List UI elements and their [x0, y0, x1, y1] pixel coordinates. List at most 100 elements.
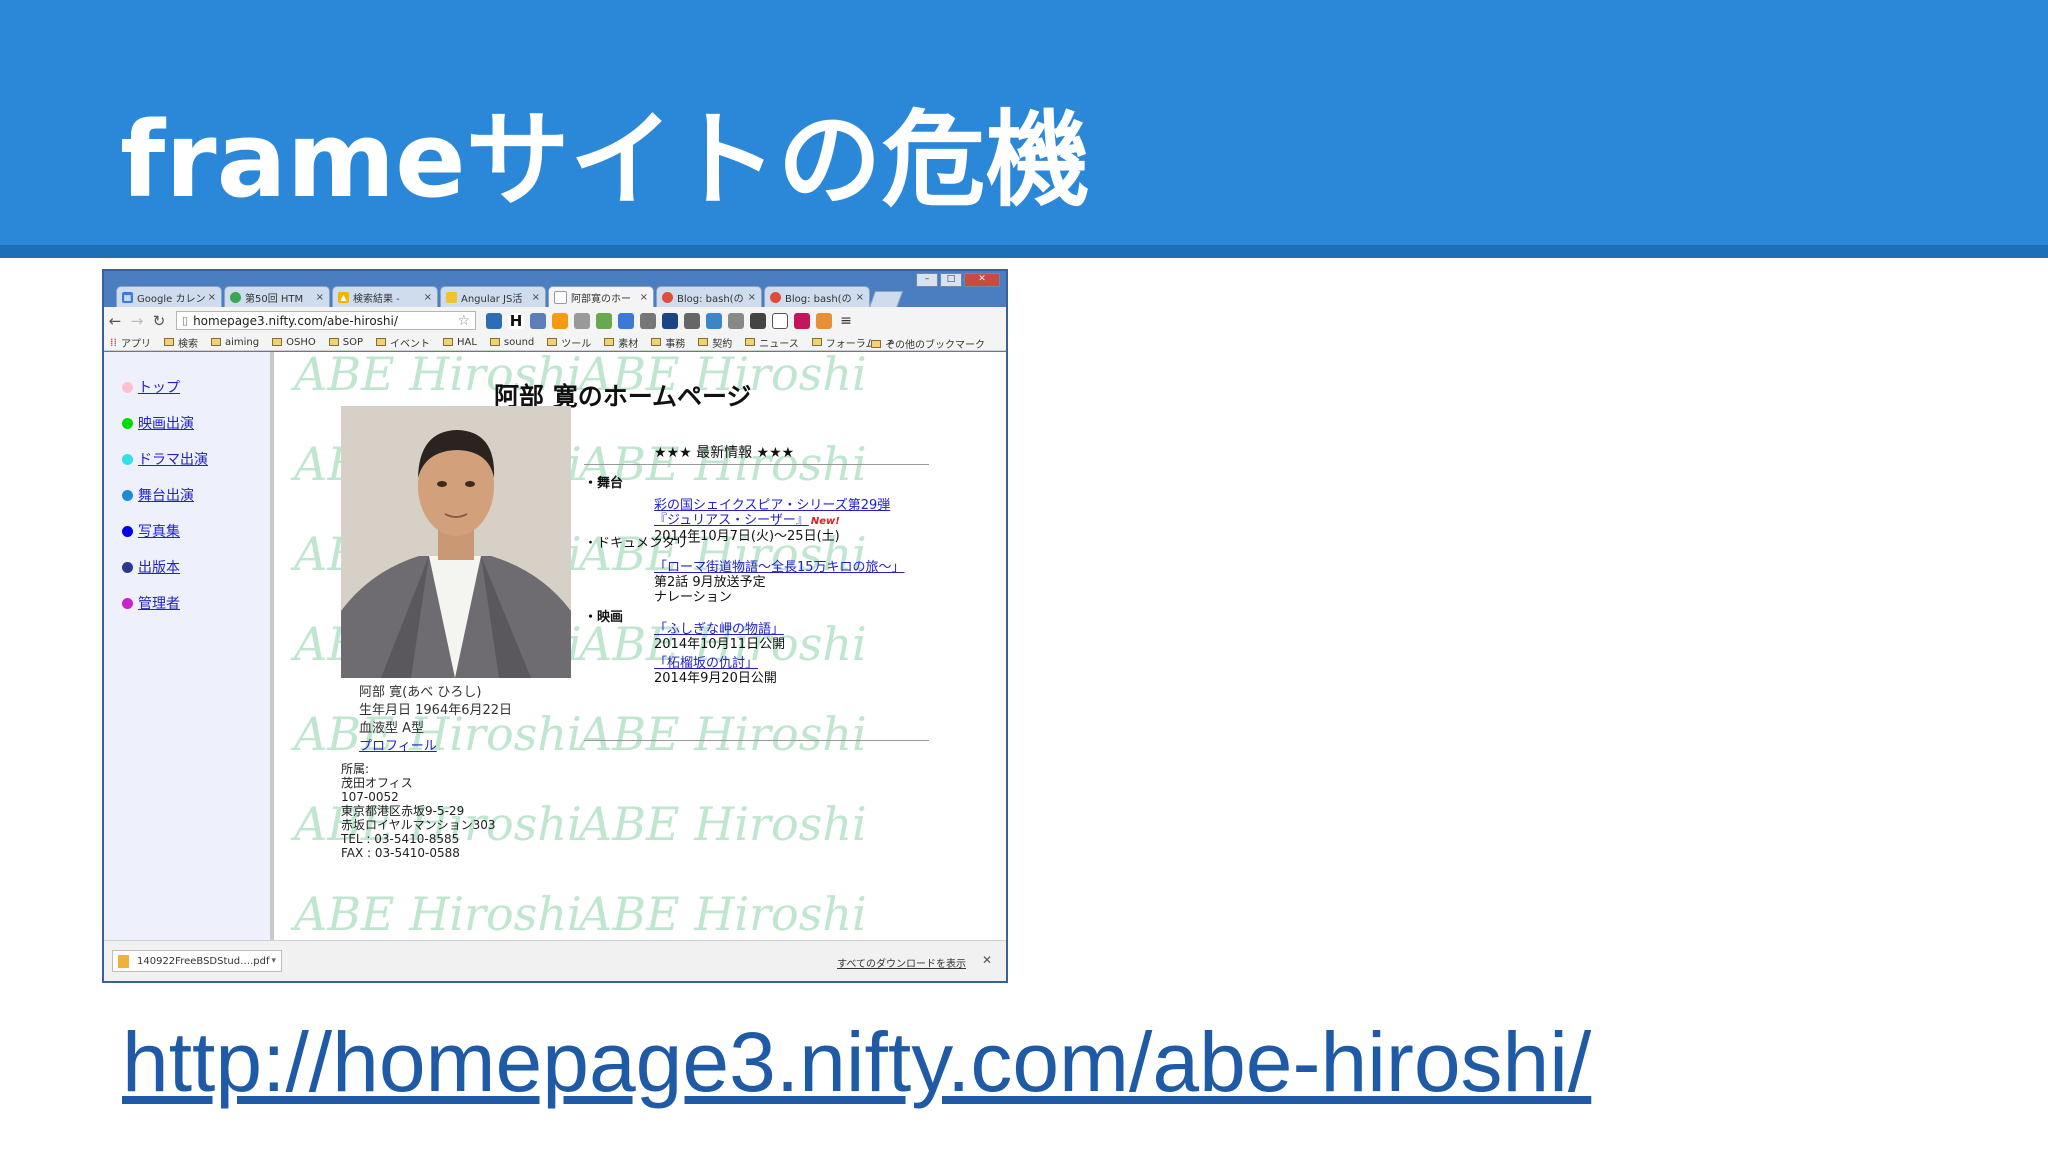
drive-icon: ▲	[338, 291, 349, 303]
bullet-icon	[122, 489, 133, 501]
folder-icon	[604, 338, 615, 346]
maximize-icon[interactable]: □	[940, 273, 962, 287]
site-url-link[interactable]: http://homepage3.nifty.com/abe-hiroshi/	[122, 1017, 1591, 1107]
cast-icon[interactable]	[772, 312, 788, 329]
extension-icon[interactable]	[662, 312, 678, 329]
profile-name: 阿部 寛(あべ ひろし)	[359, 685, 482, 700]
tab-close-icon[interactable]: ×	[856, 292, 864, 303]
bullet-icon	[122, 381, 133, 393]
minimize-icon[interactable]: –	[916, 273, 938, 287]
documentary-airing: 第2話 9月放送予定	[654, 575, 766, 590]
profile-link[interactable]: プロフィール	[359, 738, 512, 756]
tab-title: Blog: bash(の	[677, 293, 744, 305]
main-frame: ABE Hiroshi ABE Hiroshi ABE Hiroshi ABE …	[274, 352, 1006, 940]
nav-link-movies[interactable]: 映画出演	[122, 413, 194, 433]
bookmark-folder[interactable]: 検索	[164, 335, 198, 350]
address-line: TEL : 03-5410-8585	[341, 832, 460, 846]
page-info-icon[interactable]: ▯	[182, 314, 188, 327]
address-line: FAX : 03-5410-0588	[341, 846, 460, 860]
extension-icon[interactable]	[618, 312, 634, 329]
extension-icon[interactable]	[486, 312, 502, 329]
bookmark-other[interactable]: その他のブックマーク	[871, 336, 985, 351]
folder-icon	[446, 291, 457, 303]
news-item-movie-1: 「ふしぎな岬の物語」 2014年10月11日公開	[654, 622, 785, 652]
menu-icon[interactable]: ≡	[838, 313, 854, 329]
tab-close-icon[interactable]: ×	[640, 292, 648, 303]
tab-close-icon[interactable]: ×	[316, 292, 324, 303]
tab-title: Google カレン	[137, 293, 205, 305]
profile-block: 阿部 寛(あべ ひろし) 生年月日 1964年6月22日 血液型 A型 プロフィ…	[359, 684, 512, 756]
extension-icon[interactable]	[530, 312, 546, 329]
movie-link[interactable]: 「柘榴坂の仇討」	[654, 656, 777, 671]
category-movie: ・映画	[584, 610, 624, 625]
bullet-icon	[122, 453, 133, 465]
tab-close-icon[interactable]: ×	[748, 292, 756, 303]
bookmark-folder[interactable]: OSHO	[272, 337, 316, 348]
browser-tab[interactable]: ▲ 検索結果 - ×	[332, 286, 438, 307]
stage-link-title[interactable]: 『ジュリアス・シーザー』	[654, 513, 809, 528]
folder-icon	[272, 338, 283, 346]
movie-link[interactable]: 「ふしぎな岬の物語」	[654, 622, 785, 637]
show-all-downloads-link[interactable]: すべてのダウンロードを表示	[837, 955, 966, 970]
address-url: homepage3.nifty.com/abe-hiroshi/	[193, 313, 398, 328]
page-content: トップ 映画出演 ドラマ出演 舞台出演 写真集 出版本 管理者 ABE Hiro…	[104, 352, 1006, 940]
bookmark-folder[interactable]: sound	[489, 337, 534, 348]
forward-icon[interactable]: →	[126, 312, 148, 330]
download-item[interactable]: 140922FreeBSDStud….pdf ▾	[112, 950, 282, 972]
bookmark-folder[interactable]: 契約	[698, 335, 732, 350]
folder-icon	[698, 338, 709, 346]
address-line: 107-0052	[341, 790, 399, 804]
nav-link-photobook[interactable]: 写真集	[122, 521, 180, 541]
close-window-icon[interactable]: ✕	[964, 273, 1000, 287]
bookmark-folder[interactable]: 事務	[651, 335, 685, 350]
browser-tab[interactable]: Angular JS活 ×	[440, 286, 546, 307]
bookmark-folder[interactable]: aiming	[211, 337, 259, 348]
bookmark-folder[interactable]: 素材	[604, 335, 638, 350]
tab-title: 阿部寛のホー	[571, 293, 631, 305]
bookmark-star-icon[interactable]: ☆	[457, 313, 470, 329]
tab-close-icon[interactable]: ×	[532, 292, 540, 303]
bookmark-folder[interactable]: HAL	[442, 337, 477, 348]
tab-close-icon[interactable]: ×	[208, 292, 216, 303]
browser-tab[interactable]: Blog: bash(の ×	[764, 286, 870, 307]
chevron-down-icon[interactable]: ▾	[271, 956, 276, 966]
bullet-icon	[122, 561, 133, 573]
stage-link[interactable]: 彩の国シェイクスピア・シリーズ第29弾	[654, 498, 890, 513]
back-icon[interactable]: ←	[104, 312, 126, 330]
extension-icon[interactable]	[552, 312, 568, 329]
extension-icon[interactable]	[816, 312, 832, 329]
bookmark-folder[interactable]: イベント	[375, 335, 430, 350]
new-tab-button[interactable]	[868, 291, 904, 308]
documentary-link[interactable]: 「ローマ街道物語～全長15万キロの旅～」	[654, 560, 905, 575]
nav-link-drama[interactable]: ドラマ出演	[122, 449, 208, 469]
nav-link-books[interactable]: 出版本	[122, 557, 180, 577]
extension-icon[interactable]	[640, 312, 656, 329]
nav-link-top[interactable]: トップ	[122, 377, 180, 397]
extension-icon[interactable]	[794, 312, 810, 329]
bookmark-folder[interactable]: フォーラム	[811, 335, 875, 350]
extension-icon[interactable]	[574, 312, 590, 329]
extension-icon[interactable]	[706, 312, 722, 329]
tab-close-icon[interactable]: ×	[424, 292, 432, 303]
reload-icon[interactable]: ↻	[148, 312, 170, 330]
address-bar[interactable]: ▯ homepage3.nifty.com/abe-hiroshi/ ☆	[176, 311, 476, 330]
pocket-icon[interactable]	[750, 312, 766, 329]
bookmark-folder[interactable]: ツール	[547, 335, 591, 350]
close-icon[interactable]: ✕	[982, 953, 992, 967]
download-filename: 140922FreeBSDStud….pdf	[137, 955, 270, 967]
bookmark-apps[interactable]: ⁞⁞ アプリ	[110, 335, 151, 350]
extension-icon[interactable]	[728, 312, 744, 329]
nav-link-stage[interactable]: 舞台出演	[122, 485, 194, 505]
folder-icon	[489, 338, 500, 346]
browser-tab[interactable]: 第50回 HTM ×	[224, 286, 330, 307]
bookmark-folder[interactable]: SOP	[328, 337, 363, 348]
folder-icon	[328, 338, 339, 346]
nav-link-admin[interactable]: 管理者	[122, 593, 180, 613]
extension-icon[interactable]	[684, 312, 700, 329]
extension-icon[interactable]	[596, 312, 612, 329]
browser-tab[interactable]: Blog: bash(の ×	[656, 286, 762, 307]
bookmark-folder[interactable]: ニュース	[745, 335, 799, 350]
browser-tab-active[interactable]: 阿部寛のホー ×	[548, 286, 654, 307]
browser-tab[interactable]: ▦ Google カレン ×	[116, 286, 222, 307]
h-extension-icon[interactable]: H	[508, 312, 524, 329]
